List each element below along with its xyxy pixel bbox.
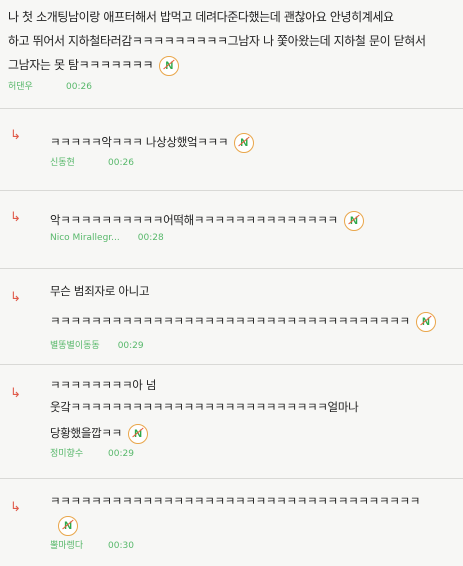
- reply-body: ㅋㅋㅋㅋㅋㅋㅋㅋㅋㅋㅋㅋㅋㅋㅋㅋㅋㅋㅋㅋㅋㅋㅋㅋㅋㅋㅋㅋㅋㅋㅋㅋㅋㅋㅋㅋ N 뿔…: [50, 490, 453, 551]
- comment-line: 나 첫 소개팅남이랑 애프터해서 밥먹고 데려다준다했는데 괜찮아요 안녕히계세…: [8, 10, 394, 24]
- reply-line: 악ㅋㅋㅋㅋㅋㅋㅋㅋㅋㅋ어떡해ㅋㅋㅋㅋㅋㅋㅋㅋㅋㅋㅋㅋㅋㅋ: [50, 213, 338, 227]
- reply-text: 무슨 범죄자로 아니고 ㅋㅋㅋㅋㅋㅋㅋㅋㅋㅋㅋㅋㅋㅋㅋㅋㅋㅋㅋㅋㅋㅋㅋㅋㅋㅋㅋㅋ…: [50, 280, 453, 332]
- reply-line: ㅋㅋㅋㅋㅋ악ㅋㅋㅋ 나상상했엌ㅋㅋㅋ: [50, 135, 229, 149]
- reply-line: ㅋㅋㅋㅋㅋㅋㅋㅋㅋㅋㅋㅋㅋㅋㅋㅋㅋㅋㅋㅋㅋㅋㅋㅋㅋㅋㅋㅋㅋㅋㅋㅋㅋㅋㅋㅋ: [50, 494, 421, 508]
- main-comment: 나 첫 소개팅남이랑 애프터해서 밥먹고 데려다준다했는데 괜찮아요 안녕히계세…: [0, 0, 463, 92]
- reply-text: 악ㅋㅋㅋㅋㅋㅋㅋㅋㅋㅋ어떡해ㅋㅋㅋㅋㅋㅋㅋㅋㅋㅋㅋㅋㅋㅋ N: [50, 209, 453, 231]
- comment-line-text: 그남자는 못 탐ㅋㅋㅋㅋㅋㅋㅋ: [8, 58, 154, 72]
- author-name[interactable]: 신동현: [50, 155, 90, 168]
- reply-meta: Nico Mirallegr... 00:28: [50, 233, 453, 243]
- timestamp: 00:28: [137, 233, 164, 243]
- new-badge-icon: N: [415, 311, 436, 332]
- reply-text: ㅋㅋㅋㅋㅋ악ㅋㅋㅋ 나상상했엌ㅋㅋㅋ N: [50, 131, 453, 153]
- divider: [0, 268, 463, 269]
- reply-body: ㅋㅋㅋㅋㅋ악ㅋㅋㅋ 나상상했엌ㅋㅋㅋ N 신동현 00:26: [50, 131, 453, 168]
- reply-body: 악ㅋㅋㅋㅋㅋㅋㅋㅋㅋㅋ어떡해ㅋㅋㅋㅋㅋㅋㅋㅋㅋㅋㅋㅋㅋㅋ N Nico Miral…: [50, 209, 453, 243]
- reply-line: 당황했을깝ㅋㅋ: [50, 426, 122, 440]
- timestamp: 00:26: [108, 158, 134, 168]
- new-badge-letter: N: [350, 214, 358, 227]
- reply-text: ㅋㅋㅋㅋㅋㅋㅋㅋㅋㅋㅋㅋㅋㅋㅋㅋㅋㅋㅋㅋㅋㅋㅋㅋㅋㅋㅋㅋㅋㅋㅋㅋㅋㅋㅋㅋ N: [50, 490, 453, 536]
- timestamp: 00:29: [108, 449, 134, 459]
- author-name[interactable]: Nico Mirallegr...: [50, 233, 120, 243]
- divider: [0, 364, 463, 365]
- new-badge-letter: N: [134, 427, 142, 440]
- comment-line: 그남자는 못 탐ㅋㅋㅋㅋㅋㅋㅋ N: [8, 53, 455, 77]
- new-badge-letter: N: [240, 136, 248, 149]
- divider: [0, 478, 463, 479]
- reply-body: ㅋㅋㅋㅋㅋㅋㅋㅋ아 넘 웃갘ㅋㅋㅋㅋㅋㅋㅋㅋㅋㅋㅋㅋㅋㅋㅋㅋㅋㅋㅋㅋㅋㅋㅋㅋㅋ얼…: [50, 374, 453, 459]
- reply-meta: 뿔마렝다 00:30: [50, 538, 453, 551]
- new-badge-letter: N: [64, 519, 72, 532]
- reply-line-wrapper: ㅋㅋㅋㅋㅋㅋㅋㅋㅋㅋㅋㅋㅋㅋㅋㅋㅋㅋㅋㅋㅋㅋㅋㅋㅋㅋㅋㅋㅋㅋㅋㅋㅋㅋㅋ N: [50, 310, 453, 332]
- reply-line: 웃갘ㅋㅋㅋㅋㅋㅋㅋㅋㅋㅋㅋㅋㅋㅋㅋㅋㅋㅋㅋㅋㅋㅋㅋㅋㅋ얼마나: [50, 400, 359, 414]
- reply-arrow-icon: ↳: [10, 500, 21, 515]
- reply-arrow-icon: ↳: [10, 386, 21, 401]
- author-name[interactable]: 정미향수: [50, 446, 90, 459]
- reply-line-wrapper: 당황했을깝ㅋㅋ N: [50, 422, 453, 444]
- timestamp: 00:29: [117, 341, 144, 351]
- comment-text: 나 첫 소개팅남이랑 애프터해서 밥먹고 데려다준다했는데 괜찮아요 안녕히계세…: [8, 5, 455, 77]
- new-badge-icon: N: [234, 132, 255, 153]
- reply-meta: 정미향수 00:29: [50, 446, 453, 459]
- reply-line-wrapper: N: [50, 514, 453, 536]
- reply-meta: 신동현 00:26: [50, 155, 453, 168]
- reply-arrow-icon: ↳: [10, 210, 21, 225]
- reply-body: 무슨 범죄자로 아니고 ㅋㅋㅋㅋㅋㅋㅋㅋㅋㅋㅋㅋㅋㅋㅋㅋㅋㅋㅋㅋㅋㅋㅋㅋㅋㅋㅋㅋ…: [50, 280, 453, 351]
- author-name[interactable]: 허댄우: [8, 79, 48, 92]
- reply-meta: 별똥별이동동 00:29: [50, 338, 453, 351]
- comment-line: 하고 뛰어서 지하철타러감ㅋㅋㅋㅋㅋㅋㅋㅋㅋ그남자 나 쫓아왔는데 지하철 문이…: [8, 34, 426, 48]
- new-badge-letter: N: [421, 315, 430, 328]
- reply-line: 무슨 범죄자로 아니고: [50, 284, 150, 298]
- reply-line: ㅋㅋㅋㅋㅋㅋㅋㅋㅋㅋㅋㅋㅋㅋㅋㅋㅋㅋㅋㅋㅋㅋㅋㅋㅋㅋㅋㅋㅋㅋㅋㅋㅋㅋㅋ: [50, 314, 410, 328]
- new-badge-letter: N: [165, 59, 173, 72]
- new-badge-icon: N: [343, 210, 364, 231]
- new-badge-icon: N: [58, 515, 78, 536]
- divider: [0, 108, 463, 109]
- timestamp: 00:26: [66, 82, 92, 92]
- divider: [0, 190, 463, 191]
- reply-arrow-icon: ↳: [10, 128, 21, 143]
- reply-line: ㅋㅋㅋㅋㅋㅋㅋㅋ아 넘: [50, 378, 157, 392]
- new-badge-icon: N: [127, 423, 148, 444]
- reply-arrow-icon: ↳: [10, 290, 21, 305]
- timestamp: 00:30: [108, 541, 134, 551]
- comment-meta: 허댄우 00:26: [8, 79, 455, 92]
- author-name[interactable]: 별똥별이동동: [50, 338, 100, 351]
- new-badge-icon: N: [159, 55, 180, 76]
- author-name[interactable]: 뿔마렝다: [50, 538, 90, 551]
- reply-text: ㅋㅋㅋㅋㅋㅋㅋㅋ아 넘 웃갘ㅋㅋㅋㅋㅋㅋㅋㅋㅋㅋㅋㅋㅋㅋㅋㅋㅋㅋㅋㅋㅋㅋㅋㅋㅋ얼…: [50, 374, 453, 444]
